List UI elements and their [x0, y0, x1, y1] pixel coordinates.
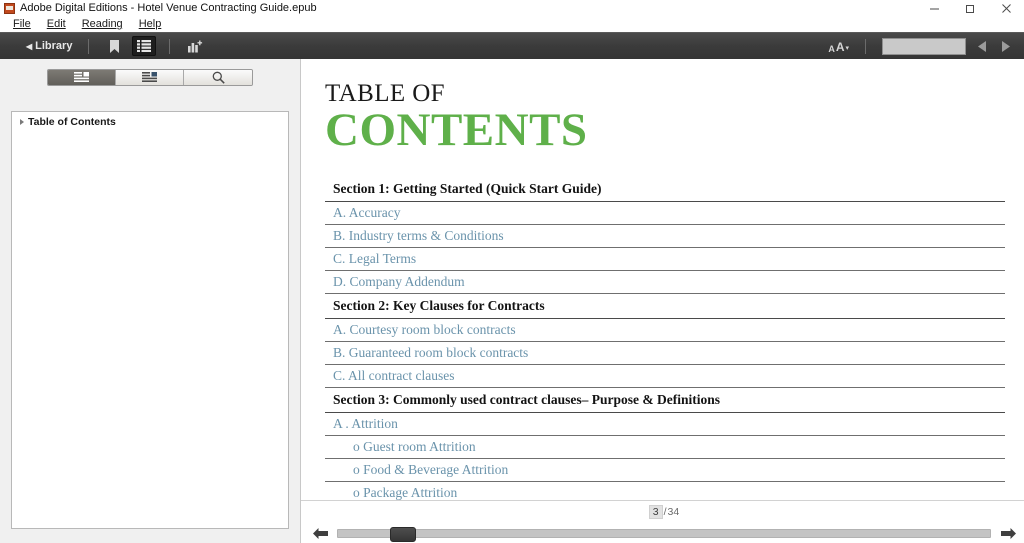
adobe-digital-editions-icon — [4, 2, 15, 14]
toc-link[interactable]: o Package Attrition — [325, 482, 1005, 500]
toc-link[interactable]: o Guest room Attrition — [325, 436, 1005, 459]
tree-item-label: Table of Contents — [28, 116, 116, 128]
table-of-contents-icon[interactable] — [132, 36, 157, 56]
menu-item-help-label: Help — [138, 18, 162, 30]
menu-item-help[interactable]: Help — [132, 16, 169, 32]
menu-item-file[interactable]: File — [6, 16, 38, 32]
font-size-button[interactable]: A A ▾ — [822, 40, 855, 54]
toolbar-divider — [88, 38, 90, 54]
table-of-contents-list: Section 1: Getting Started (Quick Start … — [325, 179, 1005, 500]
toc-link[interactable]: o Food & Beverage Attrition — [325, 459, 1005, 482]
add-highlight-icon[interactable] — [183, 36, 207, 56]
menu-bar: File Edit Reading Help — [0, 16, 1024, 32]
next-page-button[interactable] — [994, 37, 1016, 57]
menu-item-reading-label: Reading — [81, 18, 123, 30]
toc-link[interactable]: A . Attrition — [325, 413, 1005, 436]
page-slider-track[interactable] — [337, 526, 991, 542]
toc-link[interactable]: A. Accuracy — [325, 202, 1005, 225]
toc-link[interactable]: B. Guaranteed room block contracts — [325, 342, 1005, 365]
tree-item-table-of-contents[interactable]: Table of Contents — [12, 112, 288, 128]
toc-link[interactable]: A. Courtesy room block contracts — [325, 319, 1005, 342]
previous-page-arrow-button[interactable] — [311, 527, 329, 540]
toc-link[interactable]: C. All contract clauses — [325, 365, 1005, 388]
toolbar-divider-2 — [169, 38, 171, 54]
toolbar-divider-3 — [865, 39, 866, 54]
toc-link[interactable]: C. Legal Terms — [325, 248, 1005, 271]
sidebar-tab-search[interactable] — [184, 70, 252, 85]
chevron-down-icon: ▾ — [845, 44, 849, 52]
library-button[interactable]: ◀ Library — [20, 38, 78, 54]
toc-section-heading: Section 2: Key Clauses for Contracts — [325, 296, 1005, 319]
search-input[interactable] — [882, 38, 966, 55]
page-slider-thumb[interactable] — [390, 526, 417, 542]
menu-item-reading[interactable]: Reading — [75, 16, 130, 32]
window-title: Adobe Digital Editions - Hotel Venue Con… — [20, 2, 317, 14]
page-separator: / — [663, 506, 667, 518]
sidebar-tab-contents[interactable] — [48, 70, 116, 85]
page-title-line2: CONTENTS — [325, 104, 588, 157]
current-page-input[interactable]: 3 — [648, 505, 663, 519]
toolbar-right-group: A A ▾ — [822, 33, 1016, 60]
sidebar-panel: ▾ Table of Contents — [0, 59, 301, 543]
contents-tree-panel[interactable]: Table of Contents — [11, 111, 289, 529]
library-button-label: Library — [35, 40, 73, 52]
font-size-large-label: A — [835, 39, 845, 54]
toc-link[interactable]: B. Industry terms & Conditions — [325, 225, 1005, 248]
page-indicator: 3 / 34 — [301, 505, 1024, 519]
main-area: ▾ Table of Contents TABLE OF CONTENTS Se… — [0, 59, 1024, 543]
page-slider-row — [301, 523, 1024, 543]
font-size-small-label: A — [828, 43, 835, 54]
back-arrow-icon: ◀ — [26, 41, 33, 51]
previous-page-button[interactable] — [972, 37, 994, 57]
sidebar-tab-group — [47, 69, 253, 86]
epub-page: TABLE OF CONTENTS Section 1: Getting Sta… — [301, 59, 1024, 500]
page-navigation-bar: 3 / 34 — [301, 500, 1024, 543]
window-controls — [916, 0, 1024, 16]
minimize-button[interactable] — [916, 0, 952, 16]
menu-item-edit-label: Edit — [46, 18, 66, 30]
toc-section-heading: Section 3: Commonly used contract clause… — [325, 390, 1005, 413]
menu-item-edit[interactable]: Edit — [40, 16, 73, 32]
application-window: Adobe Digital Editions - Hotel Venue Con… — [0, 0, 1024, 543]
toc-section-heading: Section 1: Getting Started (Quick Start … — [325, 179, 1005, 202]
bookmark-icon[interactable] — [102, 36, 126, 56]
menu-item-file-label: File — [13, 18, 31, 30]
reading-pane: TABLE OF CONTENTS Section 1: Getting Sta… — [301, 59, 1024, 543]
expand-triangle-icon[interactable] — [20, 119, 24, 125]
total-pages-label: 34 — [667, 506, 680, 518]
maximize-button[interactable] — [952, 0, 988, 16]
toolbar-left-group: ◀ Library — [0, 36, 210, 56]
next-page-arrow-button[interactable] — [999, 527, 1017, 540]
sidebar-tab-bookmarks[interactable] — [116, 70, 184, 85]
close-button[interactable] — [988, 0, 1024, 16]
toolbar: ◀ Library A A ▾ — [0, 32, 1024, 59]
document-content: TABLE OF CONTENTS Section 1: Getting Sta… — [325, 80, 1005, 500]
title-bar: Adobe Digital Editions - Hotel Venue Con… — [0, 0, 1024, 16]
toc-link[interactable]: D. Company Addendum — [325, 271, 1005, 294]
